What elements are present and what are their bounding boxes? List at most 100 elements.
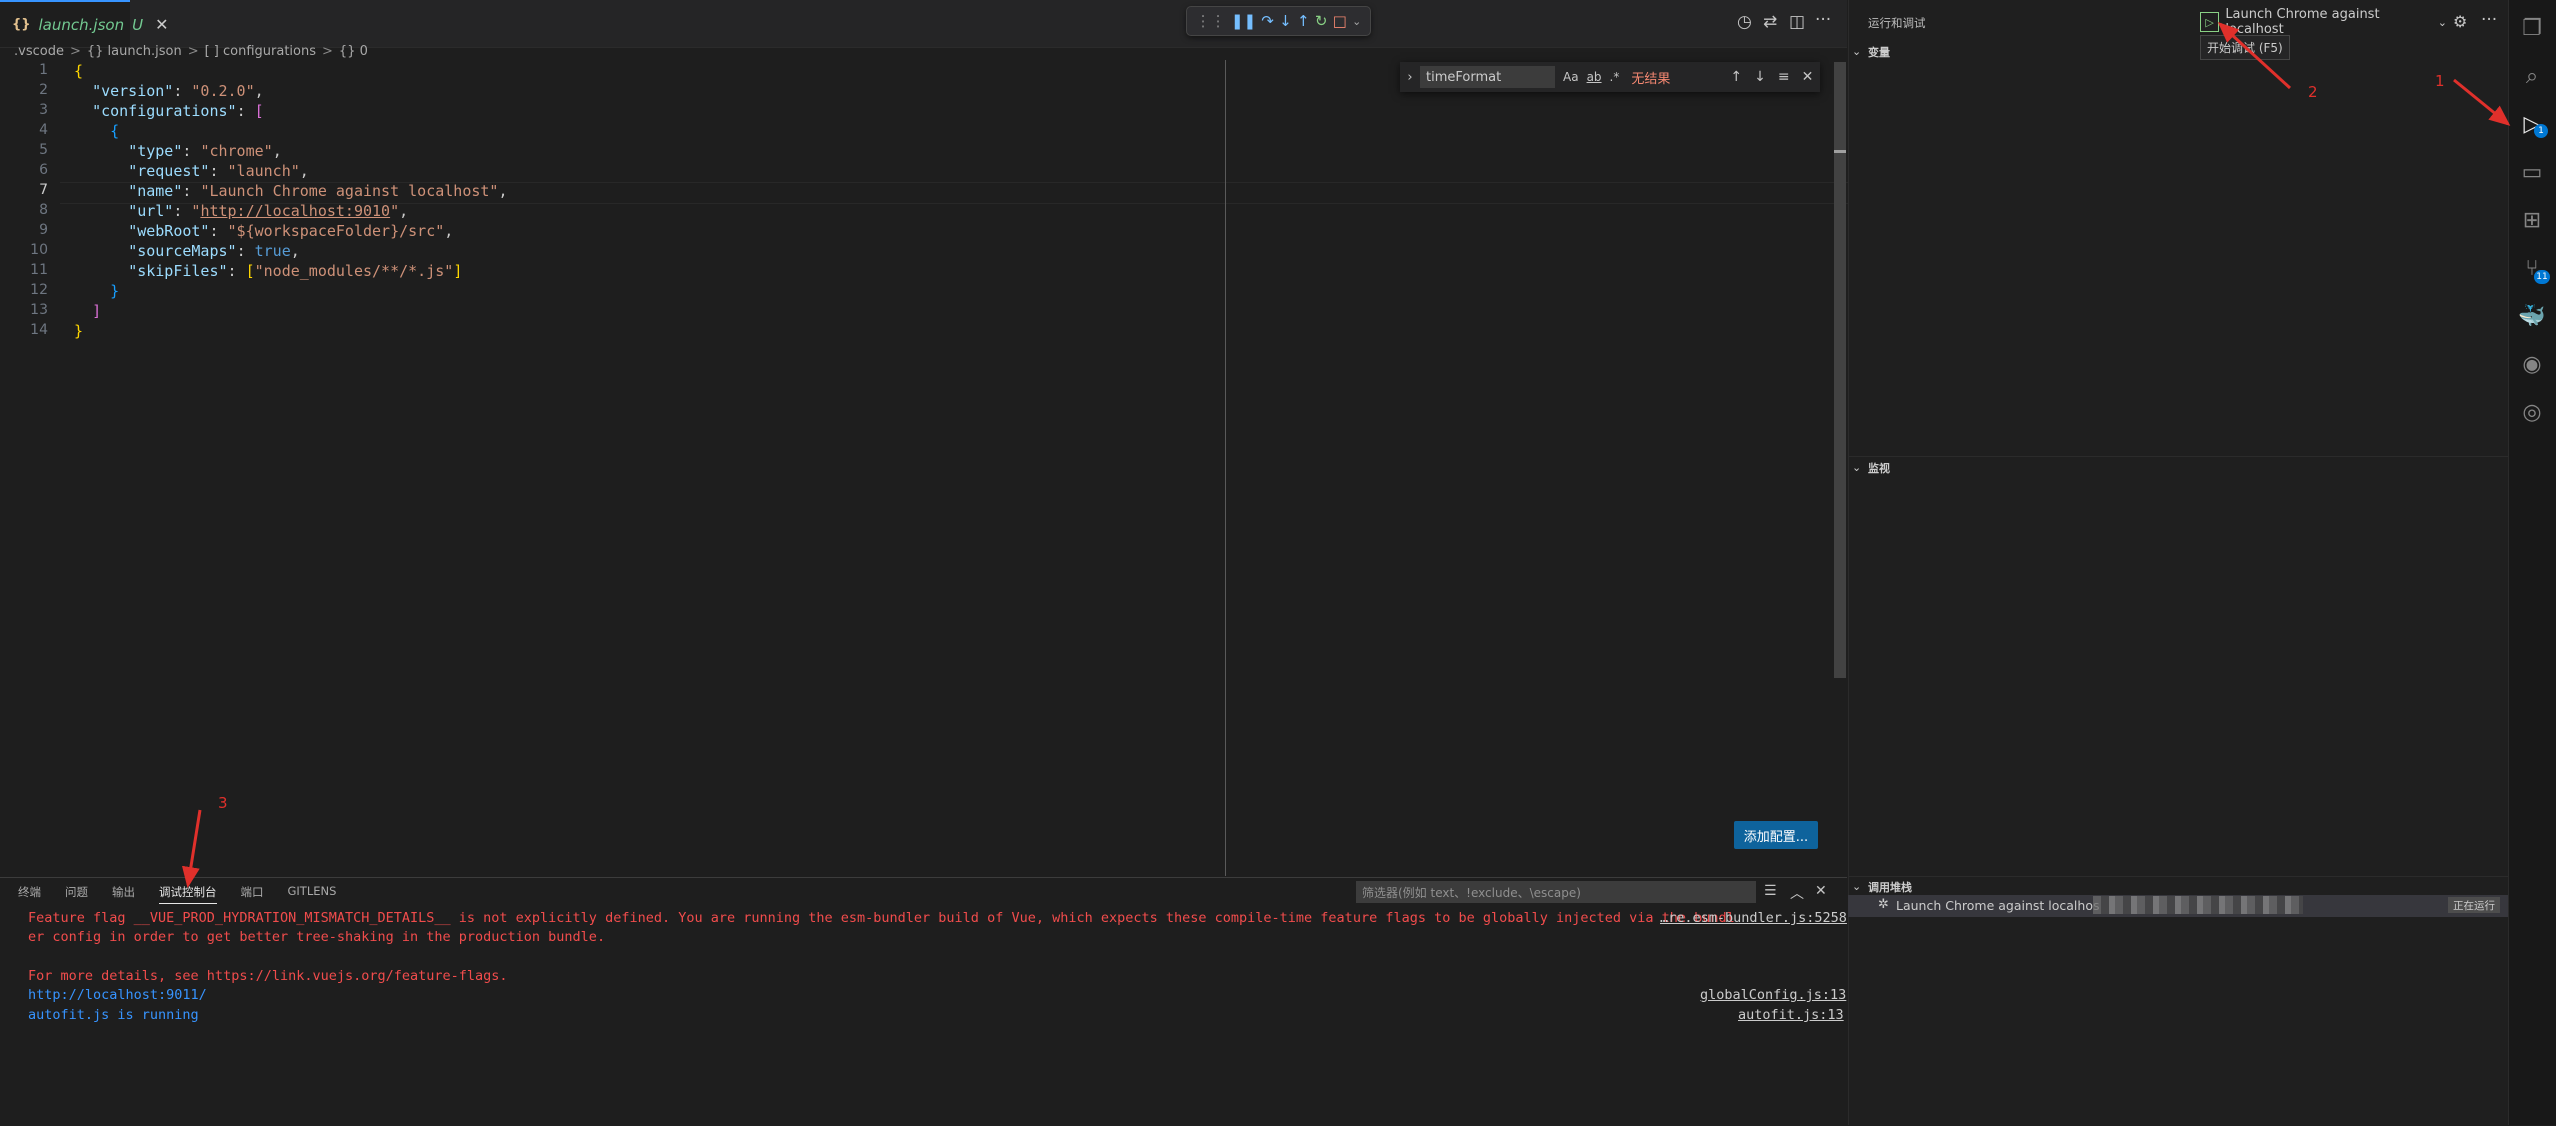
callstack-item-label: Launch Chrome against localhos [1896,898,2100,913]
gitlens-inspect-icon[interactable]: ◎ [2508,392,2556,432]
line-number: 6 [39,162,48,178]
section-callstack[interactable]: 调用堆栈 [1868,879,1912,895]
stop-icon[interactable]: □ [1333,13,1347,29]
more-actions-icon[interactable]: ··· [1815,10,1831,30]
breadcrumb: .vscode > {} launch.json > [ ] configura… [14,43,368,59]
source-control-icon[interactable]: ⑂ [2508,248,2556,288]
match-case-icon[interactable]: Aa [1563,70,1579,84]
breadcrumb-item-0[interactable]: {} 0 [339,44,368,59]
step-into-icon[interactable]: ↓ [1279,13,1292,29]
tab-gitlens[interactable]: GITLENS [288,884,337,904]
chevron-down-icon[interactable]: ⌄ [1852,45,1861,58]
find-input[interactable]: timeFormat [1420,66,1555,88]
find-query: timeFormat [1426,69,1502,85]
code-line: "request": "launch", [128,162,309,180]
compare-icon[interactable]: ⇄ [1763,12,1777,32]
drag-handle-icon[interactable]: ⋮⋮ [1196,13,1226,29]
add-configuration-button[interactable]: 添加配置... [1734,821,1818,849]
code-line: "version": "0.2.0", [92,82,264,100]
close-icon[interactable]: ✕ [155,15,168,34]
console-error-line: For more details, see https://link.vuejs… [28,968,508,984]
chevron-down-icon[interactable]: ⌄ [1852,461,1861,474]
gitlens-icon[interactable]: ◉ [2508,344,2556,384]
code-line: "name": "Launch Chrome against localhost… [128,182,508,200]
tab-ports[interactable]: 端口 [241,884,264,904]
arrow-down-icon[interactable]: ↓ [1754,69,1766,85]
remote-explorer-icon[interactable]: ▭ [2508,152,2556,192]
tab-label: launch.json [38,15,125,34]
start-debugging-icon[interactable]: ▷ [2200,12,2220,32]
annotation-label-1: 1 [2435,72,2445,90]
step-over-icon[interactable]: ↷ [1261,13,1274,29]
line-number: 9 [39,222,48,238]
section-variables[interactable]: 变量 [1868,44,1890,60]
breadcrumb-configurations[interactable]: [ ] configurations [205,44,316,59]
console-source-link[interactable]: …re.esm-bundler.js:5258 [1660,910,1847,926]
pause-icon[interactable]: ❚❚ [1231,13,1256,29]
code-line: "skipFiles": ["node_modules/**/*.js"] [128,262,463,280]
chevron-down-icon[interactable]: ⌄ [1352,16,1361,27]
chevron-right-icon[interactable]: › [1400,70,1420,85]
search-icon[interactable]: ⌕ [2508,56,2556,96]
tab-output[interactable]: 输出 [112,884,135,904]
line-number: 12 [30,282,48,298]
code-line: } [110,282,120,300]
regex-icon[interactable]: .* [1610,70,1620,84]
tab-problems[interactable]: 问题 [65,884,88,904]
code-line: { [110,122,120,140]
annotation-label-3: 3 [218,794,228,812]
code-line: "url": "http://localhost:9010", [128,202,409,220]
tab-terminal[interactable]: 终端 [18,884,41,904]
chevron-down-icon[interactable]: ⌄ [1852,880,1861,893]
close-icon[interactable]: ✕ [1802,69,1814,85]
line-number: 7 [39,182,48,198]
console-filter-input[interactable]: 筛选器(例如 text、!exclude、\escape) [1356,881,1756,903]
more-actions-icon[interactable]: ··· [2481,10,2497,30]
section-divider [1848,876,2508,877]
tab-launch-json[interactable]: {} launch.json U ✕ [0,0,168,47]
gear-icon[interactable]: ⚙ [2453,12,2467,31]
code-line: { [74,62,84,80]
run-debug-icon[interactable]: ▷ [2508,104,2556,144]
console-error-line: er config in order to get better tree-sh… [28,929,606,945]
restart-icon[interactable]: ↻ [1315,13,1328,29]
tab-debug-console[interactable]: 调试控制台 [159,884,217,904]
tab-status: U [132,15,144,34]
editor-scrollbar[interactable] [1834,62,1846,678]
close-panel-icon[interactable]: ✕ [1815,883,1827,899]
line-number: 10 [30,242,48,258]
line-number: 3 [39,102,48,118]
maximize-panel-icon[interactable]: ︿ [1790,883,1804,903]
word-wrap-icon[interactable]: ☰ [1764,883,1777,899]
step-out-icon[interactable]: ↑ [1297,13,1310,29]
debug-session-icon: ✲ [1878,897,1889,912]
scm-badge: 11 [2534,270,2550,284]
timeline-icon[interactable]: ◷ [1737,12,1752,32]
find-widget: › timeFormat Aa ab .* 无结果 ↑ ↓ ≡ ✕ [1400,62,1820,92]
code-line: "webRoot": "${workspaceFolder}/src", [128,222,454,240]
panel-tabs: 终端 问题 输出 调试控制台 端口 GITLENS [18,884,360,904]
json-file-icon: {} [12,17,31,32]
line-number: 13 [30,302,48,318]
line-number: 2 [39,82,48,98]
tooltip: 开始调试 (F5) [2200,35,2290,60]
code-line: ] [92,302,102,320]
split-editor-icon[interactable]: ◫ [1789,12,1805,32]
whole-word-icon[interactable]: ab [1587,70,1602,84]
line-number: 11 [30,262,48,278]
explorer-icon[interactable]: ❐ [2508,8,2556,48]
console-log-line: autofit.js is running [28,1007,199,1023]
launch-config-select[interactable]: ▷ Launch Chrome against localhost ⌄ [2200,7,2447,37]
docker-icon[interactable]: 🐳 [2508,296,2556,336]
console-source-link[interactable]: autofit.js:13 [1738,1007,1844,1023]
section-watch[interactable]: 监视 [1868,460,1890,476]
console-source-link[interactable]: globalConfig.js:13 [1700,987,1846,1003]
console-log-line[interactable]: http://localhost:9011/ [28,987,207,1003]
extensions-icon[interactable]: ⊞ [2508,200,2556,240]
breadcrumb-launch-json[interactable]: {} launch.json [87,44,182,59]
find-in-selection-icon[interactable]: ≡ [1778,69,1790,85]
breadcrumb-separator: > [187,43,199,59]
line-number: 1 [39,62,48,78]
breadcrumb-vscode[interactable]: .vscode [14,44,64,59]
arrow-up-icon[interactable]: ↑ [1730,69,1742,85]
